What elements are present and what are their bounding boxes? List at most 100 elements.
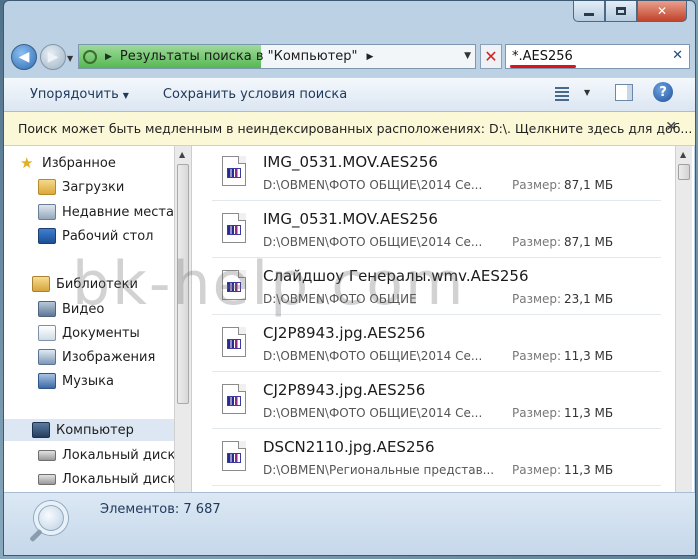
view-dropdown-icon[interactable]: ▼ <box>584 88 590 97</box>
save-search-button[interactable]: Сохранить условия поиска <box>163 87 347 102</box>
sidebar-label: Недавние места <box>62 204 174 220</box>
sidebar-item-desktop[interactable]: Рабочий стол <box>38 225 191 247</box>
sidebar-label: Загрузки <box>62 179 125 195</box>
back-arrow-icon: ◀ <box>18 49 30 65</box>
sidebar-item-local-disk-d[interactable]: Локальный диск ( <box>38 468 191 490</box>
file-icon <box>222 327 246 357</box>
results-scrollbar[interactable]: ▲ <box>675 146 692 492</box>
file-path: D:\OBMEN\Региональные представ... <box>263 463 495 477</box>
file-row[interactable]: Слайдшоу Генералы.wmv.AES256 D:\OBMEN\ФО… <box>212 264 661 315</box>
help-icon[interactable]: ? <box>653 82 673 102</box>
back-button[interactable]: ◀ <box>11 44 37 70</box>
close-info-icon[interactable]: ✕ <box>665 119 677 135</box>
sidebar-item-recent-places[interactable]: Недавние места <box>38 201 191 223</box>
sidebar-label: Музыка <box>62 373 114 389</box>
scroll-up-icon[interactable]: ▲ <box>680 150 686 159</box>
search-underline-annotation <box>510 65 576 68</box>
organize-button[interactable]: Упорядочить ▼ <box>30 87 129 102</box>
info-bar[interactable]: Поиск может быть медленным в неиндексиро… <box>4 112 695 146</box>
size-label: Размер: <box>512 463 562 477</box>
sidebar-item-video[interactable]: Видео <box>38 298 191 320</box>
local-disk-icon <box>38 473 56 485</box>
address-text[interactable]: Результаты поиска в "Компьютер" <box>120 49 358 64</box>
sidebar-item-favorites[interactable]: ★ Избранное <box>20 152 190 174</box>
file-size: 11,3 МБ <box>564 463 614 477</box>
scrollbar-thumb[interactable] <box>678 164 690 180</box>
sidebar-item-pictures[interactable]: Изображения <box>38 346 191 368</box>
forward-button[interactable]: ▶ <box>40 44 66 70</box>
file-size: 11,3 МБ <box>564 349 614 363</box>
forward-arrow-icon: ▶ <box>47 49 59 65</box>
clear-icon[interactable]: ✕ <box>672 48 683 63</box>
file-row[interactable]: CJ2P8943.jpg.AES256 D:\OBMEN\ФОТО ОБЩИЕ\… <box>212 378 661 429</box>
size-label: Размер: <box>512 349 562 363</box>
size-label: Размер: <box>512 235 562 249</box>
libraries-icon <box>32 276 50 292</box>
file-icon <box>222 270 246 300</box>
file-row[interactable]: DSCN2110.jpg.AES256 D:\OBMEN\Региональны… <box>212 435 661 486</box>
file-row[interactable]: IMG_0531.MOV.AES256 D:\OBMEN\ФОТО ОБЩИЕ\… <box>212 207 661 258</box>
stop-icon: ✕ <box>484 47 498 66</box>
sidebar-label: Рабочий стол <box>62 228 154 244</box>
minimize-button[interactable] <box>573 1 605 22</box>
sidebar-label: Локальный диск ( <box>62 447 185 463</box>
results-list: IMG_0531.MOV.AES256 D:\OBMEN\ФОТО ОБЩИЕ\… <box>192 146 694 492</box>
downloads-folder-icon <box>38 179 56 195</box>
sidebar-item-music[interactable]: Музыка <box>38 370 191 392</box>
size-label: Размер: <box>512 406 562 420</box>
change-view-icon[interactable] <box>555 87 569 101</box>
star-icon: ★ <box>20 154 34 172</box>
file-name: IMG_0531.MOV.AES256 <box>263 153 438 171</box>
search-results-icon <box>83 49 97 64</box>
sidebar-item-local-disk-c[interactable]: Локальный диск ( <box>38 444 191 466</box>
sidebar-label: Избранное <box>42 155 116 171</box>
navigation-pane: ★ Избранное Загрузки Недавние места Рабо… <box>4 146 191 492</box>
address-dropdown-icon[interactable]: ▼ <box>464 51 471 61</box>
sidebar-label: Документы <box>62 325 140 341</box>
recent-pages-dropdown[interactable]: ▼ <box>67 54 73 63</box>
magnifier-handle <box>29 528 43 543</box>
desktop-icon <box>38 228 56 244</box>
file-row[interactable]: IMG_0531.MOV.AES256 D:\OBMEN\ФОТО ОБЩИЕ\… <box>212 150 661 201</box>
file-icon <box>222 213 246 243</box>
maximize-button[interactable] <box>605 1 637 22</box>
file-size: 87,1 МБ <box>564 235 614 249</box>
search-input[interactable]: *.AES256 <box>512 49 573 64</box>
file-size: 87,1 МБ <box>564 178 614 192</box>
computer-icon <box>32 422 50 438</box>
navigation-bar: ◀ ▶ ▼ ▶ Результаты поиска в "Компьютер" … <box>4 39 695 75</box>
sidebar-label: Видео <box>62 301 105 317</box>
maximize-icon <box>616 7 626 15</box>
sidebar-item-downloads[interactable]: Загрузки <box>38 176 191 198</box>
file-name: CJ2P8943.jpg.AES256 <box>263 381 426 399</box>
scrollbar-thumb[interactable] <box>177 164 189 404</box>
file-name: Слайдшоу Генералы.wmv.AES256 <box>263 267 529 285</box>
sidebar-item-libraries[interactable]: Библиотеки <box>32 273 191 295</box>
video-library-icon <box>38 301 56 317</box>
chevron-down-icon: ▼ <box>122 91 129 100</box>
file-row[interactable]: CJ2P8943.jpg.AES256 D:\OBMEN\ФОТО ОБЩИЕ\… <box>212 321 661 372</box>
file-name: CJ2P8943.jpg.AES256 <box>263 324 426 342</box>
stop-search-button[interactable]: ✕ <box>480 44 502 69</box>
breadcrumb-arrow-icon[interactable]: ▶ <box>105 52 112 62</box>
file-name: IMG_0531.MOV.AES256 <box>263 210 438 228</box>
breadcrumb-arrow-icon[interactable]: ▶ <box>367 52 374 62</box>
file-size: 23,1 МБ <box>564 292 614 306</box>
file-size: 11,3 МБ <box>564 406 614 420</box>
file-name: DSCN2110.jpg.AES256 <box>263 438 435 456</box>
search-box[interactable]: *.AES256 ✕ <box>505 44 690 69</box>
navigation-pane-scrollbar[interactable]: ▲ <box>174 146 191 492</box>
sidebar-item-computer[interactable]: Компьютер <box>4 419 174 441</box>
documents-library-icon <box>38 325 56 341</box>
close-button[interactable]: ✕ <box>637 1 687 22</box>
items-count: Элементов: 7 687 <box>100 502 221 517</box>
preview-pane-icon[interactable] <box>615 84 633 101</box>
size-label: Размер: <box>512 178 562 192</box>
scroll-up-icon[interactable]: ▲ <box>179 150 185 159</box>
pictures-library-icon <box>38 349 56 365</box>
address-bar[interactable]: ▶ Результаты поиска в "Компьютер" ▶ ▼ <box>78 44 476 69</box>
sidebar-item-documents[interactable]: Документы <box>38 322 191 344</box>
info-message[interactable]: Поиск может быть медленным в неиндексиро… <box>18 121 692 136</box>
organize-label: Упорядочить <box>30 87 119 102</box>
file-icon <box>222 441 246 471</box>
